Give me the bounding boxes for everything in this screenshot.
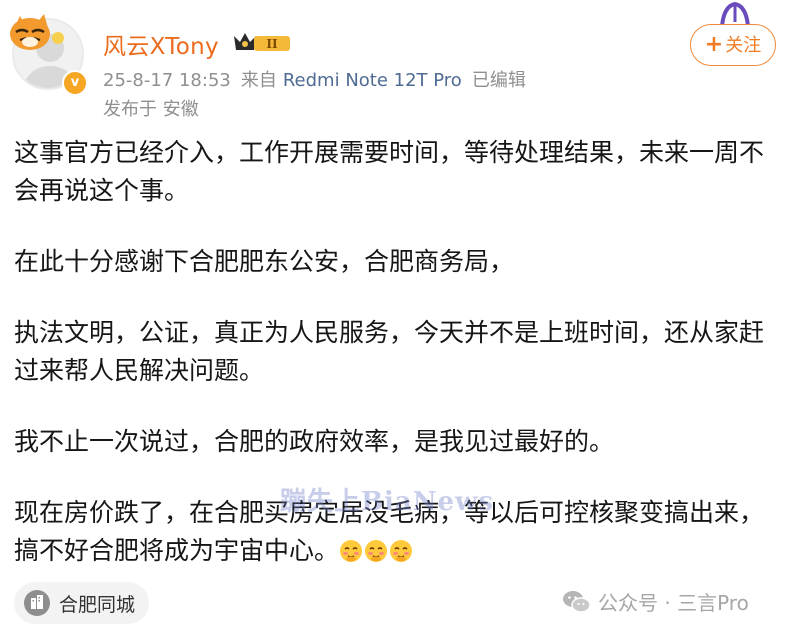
wechat-source-label: 公众号 · 三言Pro <box>598 591 749 615</box>
watermark: 蹦失上BiaNews <box>280 487 495 517</box>
weibo-post: v 风云XTony II 25-8-17 18:53 来自 Redmi Note 1… <box>0 0 793 632</box>
post-paragraph: 执法文明，公证，真正为人民服务，今天并不是上班时间，还从家赶过来帮人民解决问题。 <box>14 318 765 385</box>
source-prefix: 来自 <box>240 70 277 91</box>
verified-badge-icon: v <box>62 70 88 96</box>
vip-level-badge-icon: II <box>234 33 290 51</box>
post-content: 这事官方已经介入，工作开展需要时间，等待处理结果，未来一周不会再说这个事。 在此… <box>14 134 774 607</box>
post-location: 发布于 安徽 <box>103 99 199 120</box>
topic-label: 合肥同城 <box>59 593 136 616</box>
topic-tag-button[interactable]: 合肥同城 <box>14 582 150 624</box>
author-name[interactable]: 风云XTony <box>103 27 219 61</box>
wechat-account-source: 公众号 · 三言Pro <box>562 587 749 616</box>
shy-face-emoji-icon <box>340 540 363 562</box>
post-meta: 25-8-17 18:53 来自 Redmi Note 12T Pro 已编辑 <box>103 66 536 92</box>
follow-label: 关注 <box>725 35 762 56</box>
edited-label[interactable]: 已编辑 <box>472 70 526 91</box>
post-paragraph: 在此十分感谢下合肥肥东公安，合肥商务局， <box>14 247 515 276</box>
device-name[interactable]: Redmi Note 12T Pro <box>283 70 462 91</box>
shy-face-emoji-icon <box>390 540 413 562</box>
tiger-frame-icon <box>10 14 64 50</box>
ribbon-icon <box>720 1 750 26</box>
post-paragraph: 我不止一次说过，合肥的政府效率，是我见过最好的。 <box>14 427 615 456</box>
post-datetime: 25-8-17 18:53 <box>103 70 231 91</box>
plus-icon: + <box>704 32 724 57</box>
level-badge-text: II <box>266 37 278 51</box>
shy-face-emoji-icon <box>365 540 388 562</box>
avatar[interactable]: v <box>6 12 90 96</box>
emoji-row <box>339 536 414 574</box>
post-paragraph: 这事官方已经介入，工作开展需要时间，等待处理结果，未来一周不会再说这个事。 <box>14 138 765 205</box>
city-building-icon <box>24 590 50 616</box>
wechat-icon <box>563 590 591 613</box>
follow-button[interactable]: + 关注 <box>690 24 776 66</box>
